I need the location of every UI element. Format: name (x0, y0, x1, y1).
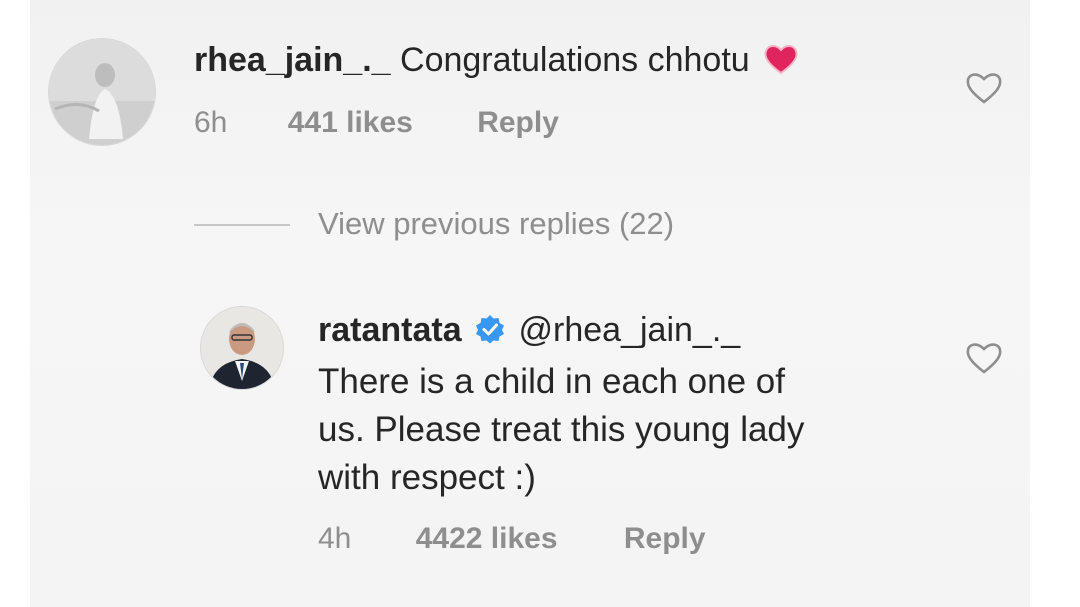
reply-time: 4h (318, 522, 352, 555)
reply-text: There is a child in each one of us. Plea… (318, 358, 804, 502)
reply-text-line: with respect :) (318, 458, 536, 497)
heart-outline-icon (966, 73, 1002, 104)
comment-time: 6h (194, 106, 228, 139)
comment-line: rhea_jain_._ Congratulations chhotu (194, 40, 799, 84)
reply-meta: 4h 4422 likes Reply (318, 522, 706, 556)
reply-text-line: There is a child in each one of (318, 362, 785, 401)
reply-likes[interactable]: 4422 likes (416, 522, 558, 555)
avatar-ratantata[interactable] (200, 306, 284, 390)
like-comment-button[interactable] (964, 70, 1004, 106)
comment-likes[interactable]: 441 likes (288, 106, 413, 139)
comment-reply-button[interactable]: Reply (477, 106, 559, 139)
avatar-photo-icon (49, 39, 155, 145)
comment-username[interactable]: rhea_jain_._ (194, 41, 391, 79)
view-previous-replies-button[interactable]: View previous replies (22) (318, 206, 674, 242)
heart-outline-icon (966, 343, 1002, 374)
reply-reply-button[interactable]: Reply (624, 522, 706, 555)
reply-username[interactable]: ratantata (318, 311, 462, 349)
verified-badge-icon (475, 313, 505, 353)
heart-emoji-icon (763, 43, 799, 84)
replies-divider (194, 224, 290, 226)
reply-text-line: us. Please treat this young lady (318, 410, 805, 449)
like-reply-button[interactable] (964, 340, 1004, 376)
comments-panel (30, 0, 1030, 607)
comment-text: Congratulations chhotu (400, 41, 750, 79)
avatar-photo-icon (201, 307, 283, 389)
avatar-rhea[interactable] (48, 38, 156, 146)
reply-mention-link[interactable]: @rhea_jain_._ (519, 311, 741, 349)
comment-meta: 6h 441 likes Reply (194, 106, 559, 140)
reply-header: ratantata @rhea_jain_._ (318, 310, 740, 353)
